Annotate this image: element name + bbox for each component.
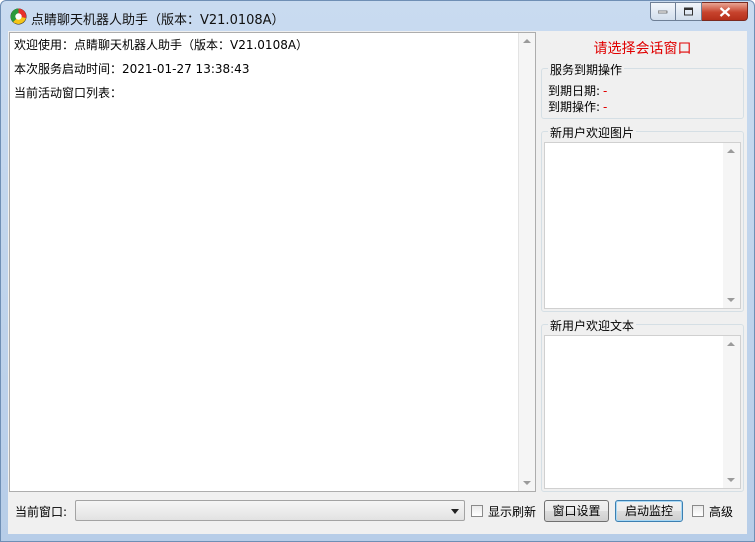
title-bar[interactable]: 点睛聊天机器人助手（版本：V21.0108A）: [1, 1, 754, 31]
minimize-icon: [658, 10, 668, 13]
welcome-text-box[interactable]: [544, 335, 741, 489]
scroll-up-icon[interactable]: [727, 149, 735, 153]
log-line-window-list: 当前活动窗口列表：: [14, 86, 123, 100]
scroll-up-icon[interactable]: [727, 342, 735, 346]
welcome-text-legend: 新用户欢迎文本: [548, 317, 637, 334]
bottom-toolbar: 当前窗口: 显示刷新 窗口设置 启动监控 高级: [8, 497, 747, 527]
scroll-down-icon[interactable]: [727, 478, 735, 482]
advanced-label[interactable]: 高级: [709, 503, 733, 520]
expire-date-label: 到期日期:: [548, 84, 601, 98]
log-line-start-time: 本次服务启动时间：2021-01-27 13:38:43: [14, 62, 250, 76]
log-line-welcome: 欢迎使用：点睛聊天机器人助手（版本：V21.0108A）: [14, 38, 309, 52]
expire-action-value: -: [603, 100, 608, 114]
expire-action-label: 到期操作:: [548, 100, 601, 114]
expire-date-value: -: [603, 84, 608, 98]
start-monitor-button[interactable]: 启动监控: [615, 500, 683, 522]
expire-date-row: 到期日期: -: [548, 82, 607, 99]
app-logo-icon: [10, 8, 27, 25]
close-icon: [719, 6, 730, 17]
maximize-button[interactable]: [676, 2, 702, 21]
scroll-up-icon[interactable]: [523, 39, 531, 43]
window-settings-button[interactable]: 窗口设置: [544, 500, 609, 522]
minimize-button[interactable]: [650, 2, 676, 21]
right-panel: 请选择会话窗口 服务到期操作 到期日期: - 到期操作: - 新用户欢迎图片 新…: [541, 32, 744, 492]
welcome-text-scrollbar[interactable]: [723, 336, 740, 488]
service-expiry-group: 服务到期操作 到期日期: - 到期操作: -: [541, 61, 744, 119]
current-window-select[interactable]: [75, 500, 465, 521]
session-prompt: 请选择会话窗口: [593, 41, 692, 57]
client-area: 欢迎使用：点睛聊天机器人助手（版本：V21.0108A） 本次服务启动时间：20…: [8, 31, 747, 534]
show-refresh-label[interactable]: 显示刷新: [488, 503, 536, 520]
close-button[interactable]: [702, 2, 748, 21]
app-window: 点睛聊天机器人助手（版本：V21.0108A） 欢迎使用：点睛聊天机器人助手（版…: [0, 0, 755, 542]
expire-action-row: 到期操作: -: [548, 98, 607, 115]
welcome-image-scrollbar[interactable]: [723, 143, 740, 308]
caption-buttons: [650, 2, 748, 21]
welcome-text-group: 新用户欢迎文本: [541, 317, 744, 492]
service-expiry-legend: 服务到期操作: [548, 61, 625, 78]
window-title: 点睛聊天机器人助手（版本：V21.0108A）: [31, 13, 285, 28]
scroll-down-icon[interactable]: [523, 481, 531, 485]
log-textarea[interactable]: 欢迎使用：点睛聊天机器人助手（版本：V21.0108A） 本次服务启动时间：20…: [9, 32, 536, 492]
chevron-down-icon[interactable]: [451, 509, 459, 514]
show-refresh-checkbox[interactable]: [471, 505, 483, 517]
welcome-image-legend: 新用户欢迎图片: [548, 124, 637, 141]
welcome-image-box[interactable]: [544, 142, 741, 309]
maximize-icon: [683, 7, 693, 15]
log-scrollbar[interactable]: [518, 33, 535, 491]
welcome-image-group: 新用户欢迎图片: [541, 124, 744, 312]
current-window-label: 当前窗口:: [15, 505, 68, 519]
advanced-checkbox[interactable]: [692, 505, 704, 517]
scroll-down-icon[interactable]: [727, 298, 735, 302]
